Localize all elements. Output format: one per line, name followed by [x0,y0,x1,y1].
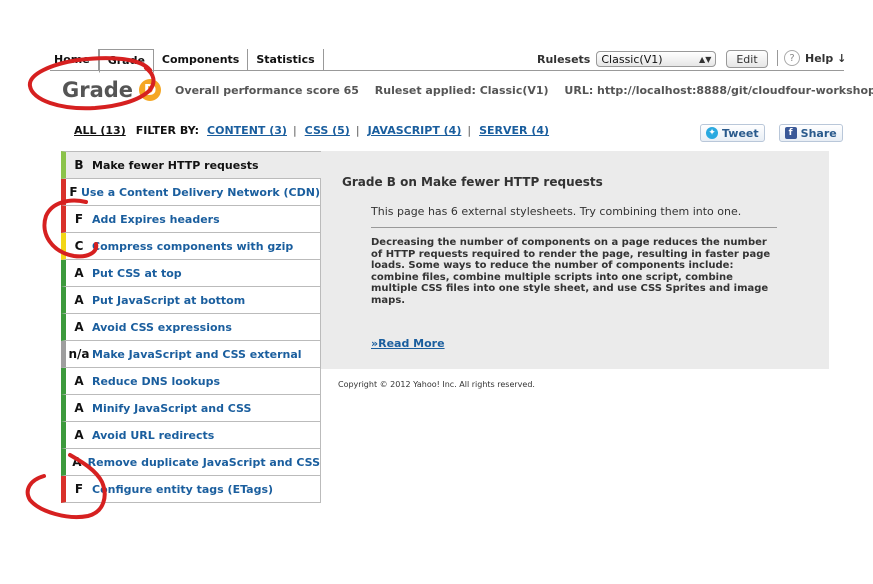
ruleset-applied: Ruleset applied: Classic(V1) [374,83,549,97]
detail-description: Decreasing the number of components on a… [371,237,771,306]
filter-bar: ALL (13) FILTER BY: CONTENT (3) | CSS (5… [74,124,549,137]
twitter-bird-icon: ✦ [706,127,718,139]
facebook-icon: f [784,127,797,139]
grade-info: Overall performance score 65 Ruleset app… [175,84,873,97]
rule-detail-panel: Grade B on Make fewer HTTP requests This… [321,151,829,369]
rule-name[interactable]: Minify JavaScript and CSS [92,402,251,415]
rule-grade: B [74,158,84,172]
ruleset-selected-value: Classic(V1) [601,52,663,66]
filter-css[interactable]: CSS (5) [305,124,350,137]
rule-row[interactable]: A Remove duplicate JavaScript and CSS [61,449,321,476]
rule-grade: n/a [68,347,90,361]
ruleset-select[interactable]: Classic(V1) ▲▼ [596,51,717,67]
rule-name[interactable]: Remove duplicate JavaScript and CSS [88,456,320,469]
rule-name[interactable]: Put JavaScript at bottom [92,294,245,307]
filter-separator: | [467,124,472,137]
filter-server[interactable]: SERVER (4) [479,124,549,137]
filter-content[interactable]: CONTENT (3) [207,124,287,137]
rule-name[interactable]: Configure entity tags (ETags) [92,483,273,496]
rule-name[interactable]: Make JavaScript and CSS external [92,348,302,361]
filter-all[interactable]: ALL (13) [74,124,126,137]
rule-row[interactable]: F Use a Content Delivery Network (CDN) [61,179,321,206]
tweet-label: Tweet [722,126,759,140]
rule-grade: A [74,374,84,388]
help-icon: ? [784,50,800,66]
rule-row[interactable]: F Configure entity tags (ETags) [61,476,321,503]
filter-separator: | [292,124,297,137]
overall-score: Overall performance score 65 [175,83,359,97]
filter-javascript[interactable]: JAVASCRIPT (4) [368,124,462,137]
rule-name[interactable]: Put CSS at top [92,267,182,280]
rule-row[interactable]: n/a Make JavaScript and CSS external [61,341,321,368]
rule-grade: A [74,428,84,442]
rule-grade: A [74,293,84,307]
rule-name[interactable]: Avoid URL redirects [92,429,214,442]
rule-grade: F [74,482,84,496]
tab-home[interactable]: Home [50,49,99,71]
filter-label: FILTER BY: [135,124,200,137]
rulesets-control: Rulesets Classic(V1) ▲▼ Edit [537,50,768,68]
facebook-share-button[interactable]: f Share [778,124,843,142]
rule-name[interactable]: Make fewer HTTP requests [92,159,259,172]
rule-name[interactable]: Reduce DNS lookups [92,375,220,388]
rule-name[interactable]: Compress components with gzip [92,240,293,253]
rule-row[interactable]: C Compress components with gzip [61,233,321,260]
rulesets-label: Rulesets [537,52,591,66]
rule-name[interactable]: Use a Content Delivery Network (CDN) [81,186,320,199]
rule-grade: C [74,239,84,253]
rule-row[interactable]: F Add Expires headers [61,206,321,233]
select-arrows-icon: ▲▼ [699,54,712,64]
rule-grade: A [72,455,82,469]
rule-row[interactable]: A Avoid URL redirects [61,422,321,449]
grade-badge: D [139,79,162,101]
rule-grade: F [74,212,84,226]
detail-message: This page has 6 external stylesheets. Tr… [371,205,742,218]
nav-tabs: Home Grade Components Statistics [50,49,324,73]
help-separator [777,50,778,66]
rule-row[interactable]: A Avoid CSS expressions [61,314,321,341]
nav-divider [50,70,844,71]
rule-row[interactable]: A Put CSS at top [61,260,321,287]
rule-name[interactable]: Add Expires headers [92,213,220,226]
rule-grade: A [74,401,84,415]
rule-list: B Make fewer HTTP requests F Use a Content … [61,151,321,503]
help-label: Help ↓ [805,51,847,65]
copyright: Copyright © 2012 Yahoo! Inc. All rights … [338,380,535,389]
page-title: Grade [62,78,134,102]
rule-row[interactable]: A Minify JavaScript and CSS [61,395,321,422]
rule-row[interactable]: B Make fewer HTTP requests [61,151,321,179]
share-buttons: ✦ Tweet f Share [700,124,843,142]
read-more-link[interactable]: »Read More [371,337,445,350]
grade-summary: Grade D Overall performance score 65 Rul… [62,78,873,102]
help-menu[interactable]: ? Help ↓ [777,50,846,66]
rule-grade: F [69,185,78,199]
rule-name[interactable]: Avoid CSS expressions [92,321,232,334]
tab-components[interactable]: Components [154,49,249,71]
rule-row[interactable]: A Reduce DNS lookups [61,368,321,395]
rule-grade: A [74,266,84,280]
detail-divider [371,227,777,228]
filter-separator: | [355,124,360,137]
share-label: Share [800,126,837,140]
tweet-button[interactable]: ✦ Tweet [700,124,765,142]
rule-row[interactable]: A Put JavaScript at bottom [61,287,321,314]
detail-heading: Grade B on Make fewer HTTP requests [342,175,603,189]
edit-button[interactable]: Edit [726,50,768,68]
rule-grade: A [74,320,84,334]
tab-statistics[interactable]: Statistics [248,49,324,71]
page-url: URL: http://localhost:8888/git/cloudfour… [564,83,873,97]
